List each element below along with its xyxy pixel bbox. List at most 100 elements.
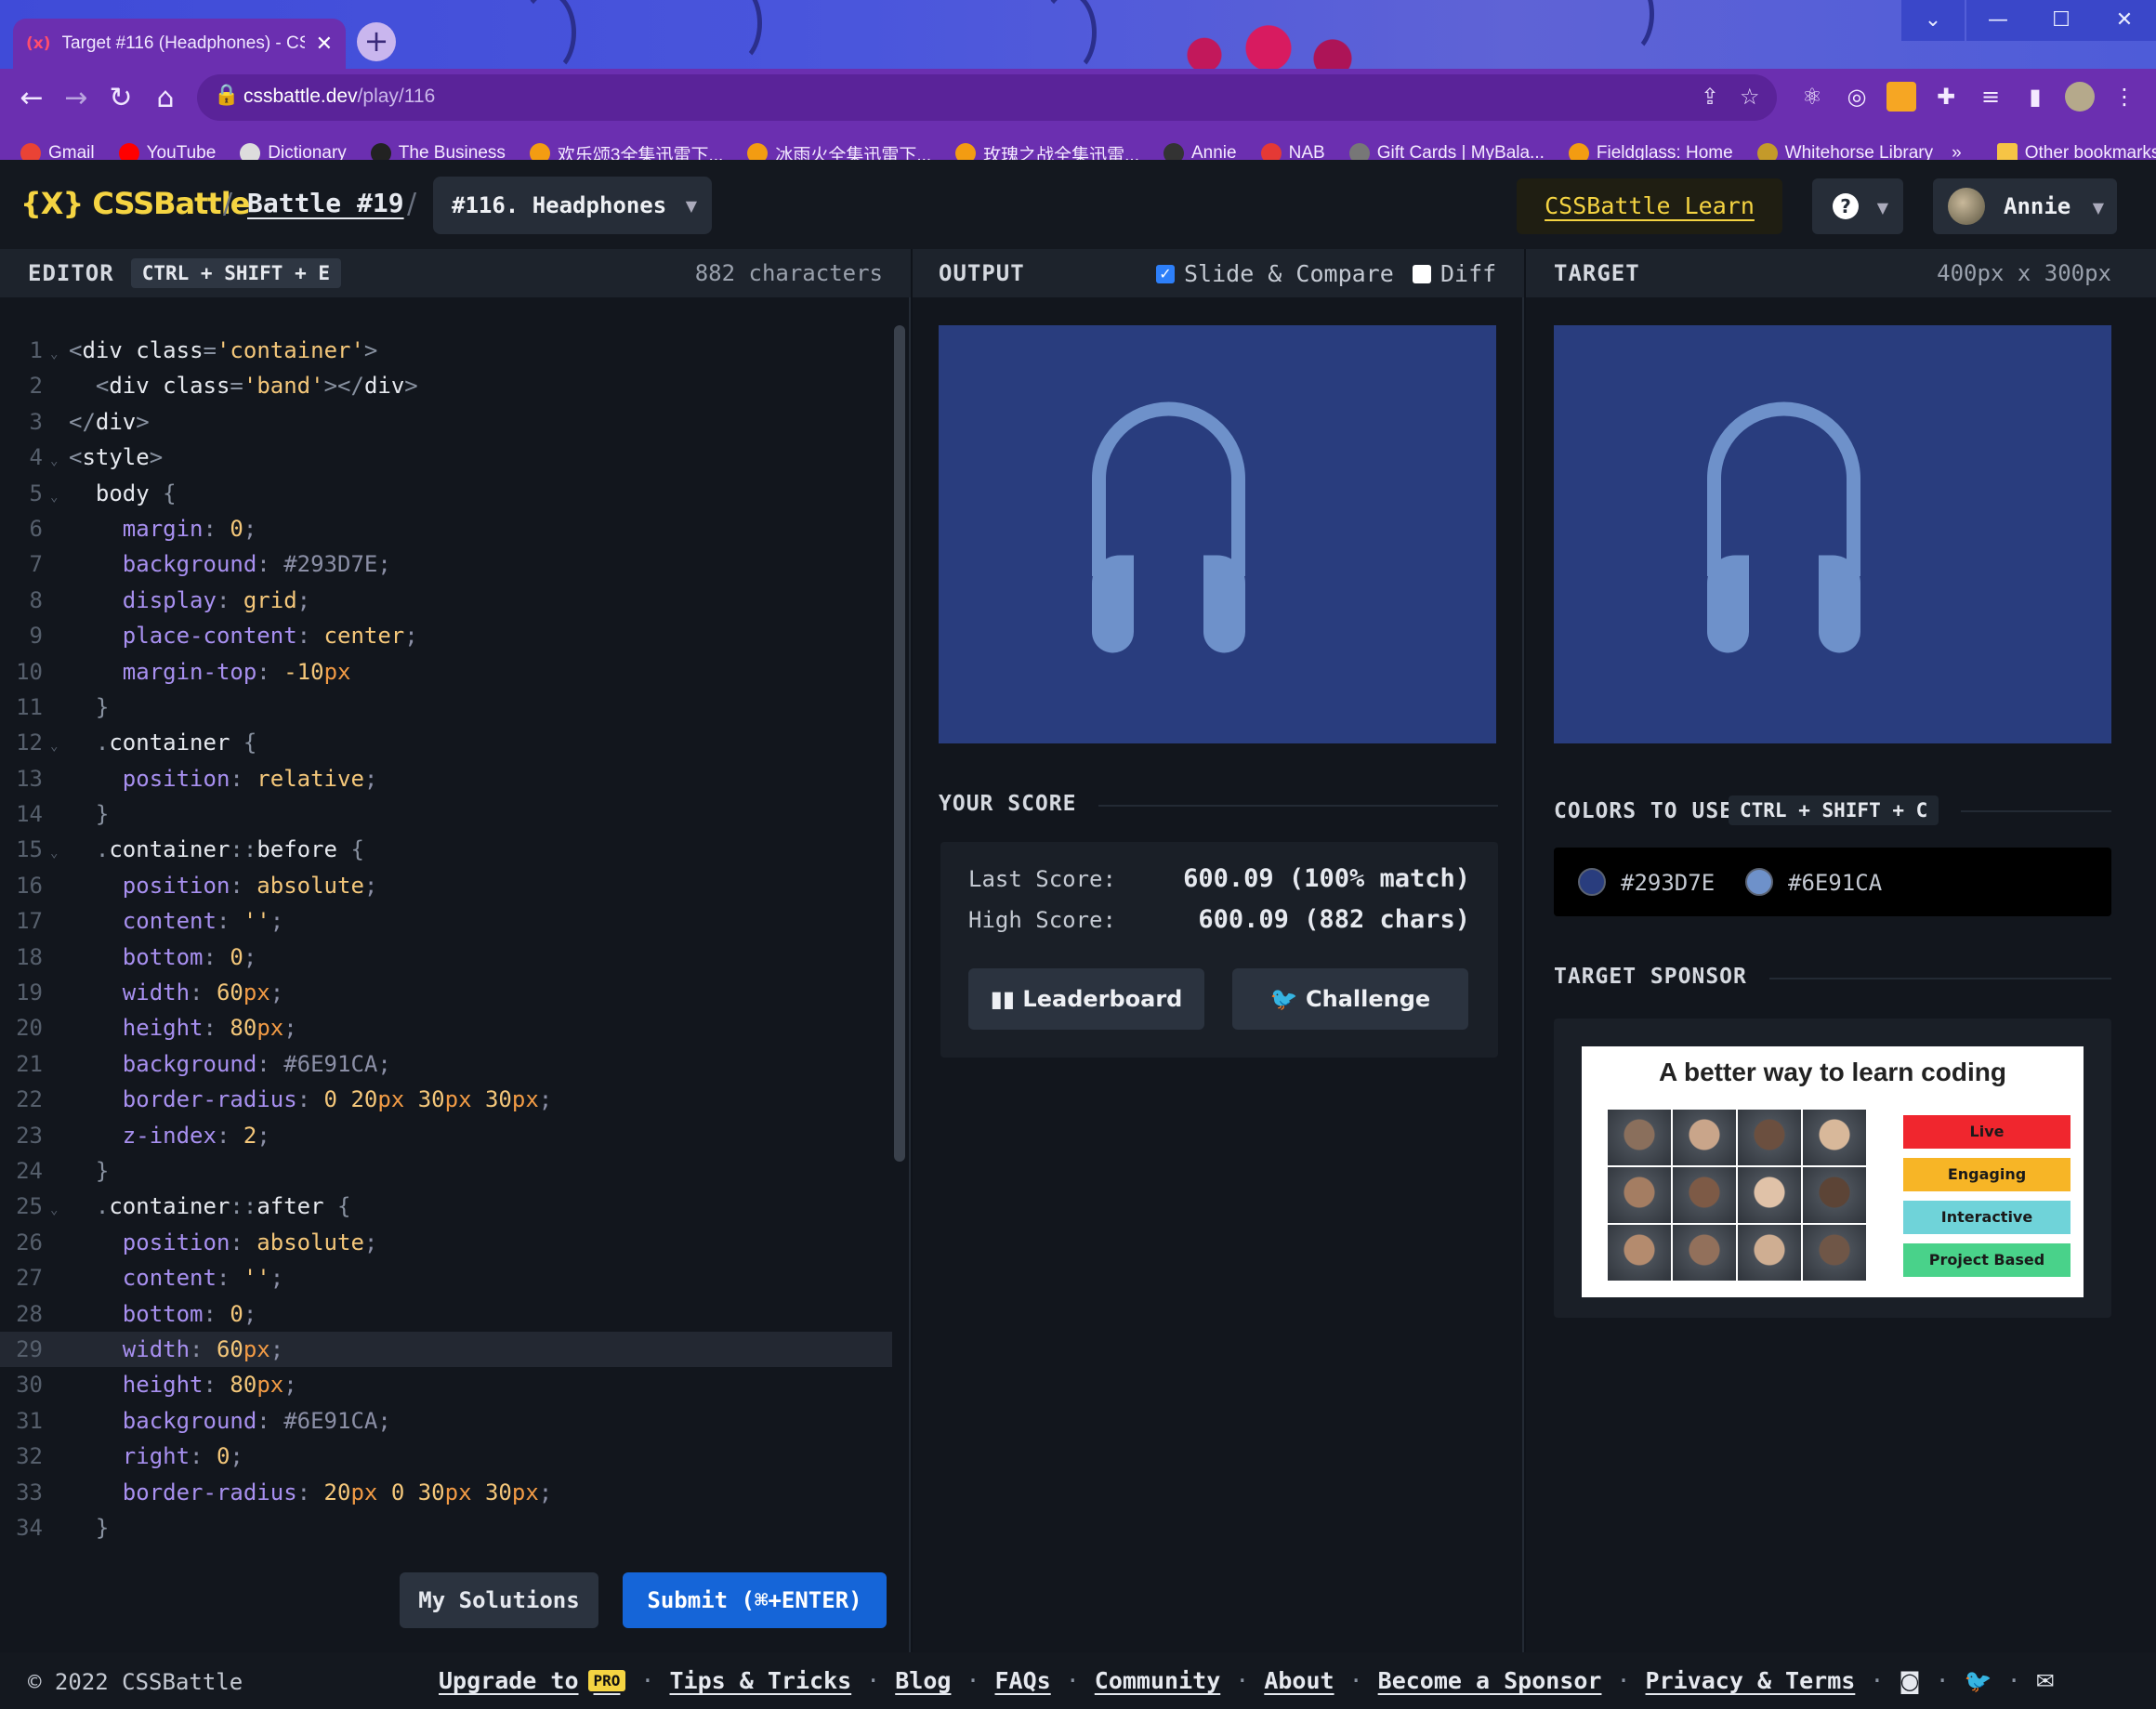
color-swatch[interactable] (1745, 868, 1773, 896)
extension-color-icon[interactable] (1886, 82, 1916, 112)
code-line[interactable]: 23 z-index: 2; (0, 1118, 892, 1153)
fold-chevron-icon[interactable]: ⌄ (50, 835, 69, 871)
color-swatch[interactable] (1578, 868, 1606, 896)
code-line[interactable]: 32 right: 0; (0, 1439, 892, 1474)
code-line[interactable]: 26 position: absolute; (0, 1225, 892, 1260)
react-devtools-icon[interactable]: ⚛ (1797, 82, 1827, 112)
code-line[interactable]: 9 place-content: center; (0, 618, 892, 653)
help-menu-button[interactable]: ? ▼ (1812, 178, 1903, 234)
discord-icon[interactable]: ◙ (1899, 1668, 1920, 1694)
profile-avatar-icon[interactable] (2065, 82, 2095, 112)
target-select-dropdown[interactable]: #116. Headphones ▼ (433, 177, 712, 234)
fold-chevron-icon[interactable]: ⌄ (50, 480, 69, 515)
media-queue-icon[interactable]: ≡ (1976, 82, 2005, 112)
code-line[interactable]: 27 content: ''; (0, 1260, 892, 1295)
diff-toggle[interactable]: Diff (1413, 260, 1496, 287)
code-line[interactable]: 4 ⌄ <style> (0, 440, 892, 475)
tips-link[interactable]: Tips & Tricks (669, 1667, 851, 1694)
checkbox-checked-icon[interactable]: ✓ (1156, 264, 1175, 283)
privacy-terms-link[interactable]: Privacy & Terms (1646, 1667, 1856, 1694)
code-line[interactable]: 29 width: 60px; (0, 1331, 892, 1368)
tab-search-icon[interactable]: ⌄ (1901, 0, 1965, 41)
code-line[interactable]: 17 content: ''; (0, 903, 892, 939)
code-line[interactable]: 10 margin-top: -10px (0, 654, 892, 690)
code-line[interactable]: 11 } (0, 690, 892, 725)
tab-title: Target #116 (Headphones) - CSSB (61, 33, 305, 53)
reload-icon[interactable]: ↻ (100, 78, 141, 119)
cssbattle-learn-button[interactable]: CSSBattle Learn (1517, 178, 1782, 234)
code-line[interactable]: 18 bottom: 0; (0, 940, 892, 975)
fold-chevron-icon[interactable]: ⌄ (50, 443, 69, 479)
target-preview[interactable] (1554, 325, 2111, 743)
back-arrow-icon[interactable]: ← (11, 78, 52, 119)
code-line[interactable]: 28 bottom: 0; (0, 1296, 892, 1332)
code-line[interactable]: 20 height: 80px; (0, 1010, 892, 1045)
code-line[interactable]: 2 <div class='band'></div> (0, 368, 892, 403)
submit-button[interactable]: Submit (⌘+ENTER) (623, 1572, 887, 1628)
faqs-link[interactable]: FAQs (995, 1667, 1051, 1694)
bookmark-star-icon[interactable]: ☆ (1740, 84, 1760, 110)
community-link[interactable]: Community (1095, 1667, 1220, 1694)
sponsor-ad[interactable]: A better way to learn coding Live Engagin… (1582, 1046, 2084, 1297)
my-solutions-button[interactable]: My Solutions (400, 1572, 598, 1628)
fold-chevron-icon[interactable]: ⌄ (50, 1192, 69, 1228)
color-hex[interactable]: #6E91CA (1788, 870, 1882, 896)
code-lines[interactable]: 1 ⌄ <div class='container'> 2 <div class='b… (0, 333, 892, 1545)
user-menu-button[interactable]: Annie ▼ (1933, 178, 2117, 234)
code-line[interactable]: 12 ⌄ .container { (0, 725, 892, 760)
window-close-icon[interactable]: ✕ (2093, 0, 2156, 41)
fold-chevron-icon[interactable]: ⌄ (50, 729, 69, 764)
address-bar[interactable]: 🔒 cssbattle.dev/play/116 ⇪ ☆ (197, 74, 1777, 121)
code-line[interactable]: 14 } (0, 796, 892, 832)
email-icon[interactable]: ✉ (2036, 1668, 2055, 1694)
cssbattle-logo[interactable]: {X} CSSBattle (20, 186, 250, 221)
code-line[interactable]: 34 } (0, 1510, 892, 1545)
share-icon[interactable]: ⇪ (1701, 84, 1719, 110)
twitter-icon[interactable]: 🐦 (1965, 1668, 1992, 1694)
home-icon[interactable]: ⌂ (145, 78, 186, 119)
code-line[interactable]: 5 ⌄ body { (0, 476, 892, 511)
code-line[interactable]: 30 height: 80px; (0, 1367, 892, 1402)
close-icon[interactable]: ✕ (316, 33, 333, 56)
code-line[interactable]: 8 display: grid; (0, 583, 892, 618)
code-line[interactable]: 13 position: relative; (0, 761, 892, 796)
code-line[interactable]: 21 background: #6E91CA; (0, 1046, 892, 1082)
battle-link[interactable]: Battle #19 (247, 188, 404, 218)
slide-compare-toggle[interactable]: ✓ Slide & Compare (1156, 260, 1394, 287)
maximize-icon[interactable]: ☐ (2030, 0, 2093, 41)
code-line[interactable]: 7 background: #293D7E; (0, 546, 892, 582)
new-tab-button[interactable]: + (357, 22, 396, 61)
menu-kebab-icon[interactable]: ⋮ (2110, 82, 2139, 112)
code-line[interactable]: 22 border-radius: 0 20px 30px 30px; (0, 1082, 892, 1117)
become-sponsor-link[interactable]: Become a Sponsor (1378, 1667, 1602, 1694)
leaderboard-button[interactable]: ▮▮ Leaderboard (968, 968, 1204, 1030)
upgrade-link[interactable]: Upgrade to PRO (439, 1667, 626, 1694)
code-line[interactable]: 19 width: 60px; (0, 975, 892, 1010)
blog-link[interactable]: Blog (895, 1667, 951, 1694)
browser-tab-active[interactable]: (x) Target #116 (Headphones) - CSSB ✕ (13, 19, 346, 69)
code-line[interactable]: 6 margin: 0; (0, 511, 892, 546)
breadcrumb-separator: / (223, 188, 233, 220)
code-line[interactable]: 33 border-radius: 20px 0 30px 30px; (0, 1475, 892, 1510)
editor-scrollbar[interactable] (894, 325, 905, 1162)
fold-chevron-icon[interactable]: ⌄ (50, 336, 69, 372)
code-line[interactable]: 3 </div> (0, 404, 892, 440)
extension-target-icon[interactable]: ◎ (1842, 82, 1872, 112)
code-line[interactable]: 15 ⌄ .container::before { (0, 832, 892, 867)
code-line[interactable]: 31 background: #6E91CA; (0, 1403, 892, 1439)
code-editor[interactable]: 1 ⌄ <div class='container'> 2 <div class='b… (0, 297, 911, 1652)
code-line[interactable]: 16 position: absolute; (0, 868, 892, 903)
sidepanel-icon[interactable]: ▮ (2020, 82, 2050, 112)
extensions-puzzle-icon[interactable]: ✚ (1931, 82, 1961, 112)
minimize-icon[interactable]: — (1966, 0, 2030, 41)
target-title: TARGET (1554, 260, 1640, 286)
forward-arrow-icon[interactable]: → (56, 78, 97, 119)
code-line[interactable]: 24 } (0, 1153, 892, 1189)
code-line[interactable]: 25 ⌄ .container::after { (0, 1189, 892, 1224)
output-preview[interactable] (939, 325, 1496, 743)
checkbox-unchecked-icon[interactable] (1413, 264, 1431, 283)
color-hex[interactable]: #293D7E (1621, 870, 1715, 896)
challenge-button[interactable]: 🐦 Challenge (1232, 968, 1468, 1030)
about-link[interactable]: About (1264, 1667, 1334, 1694)
code-line[interactable]: 1 ⌄ <div class='container'> (0, 333, 892, 368)
